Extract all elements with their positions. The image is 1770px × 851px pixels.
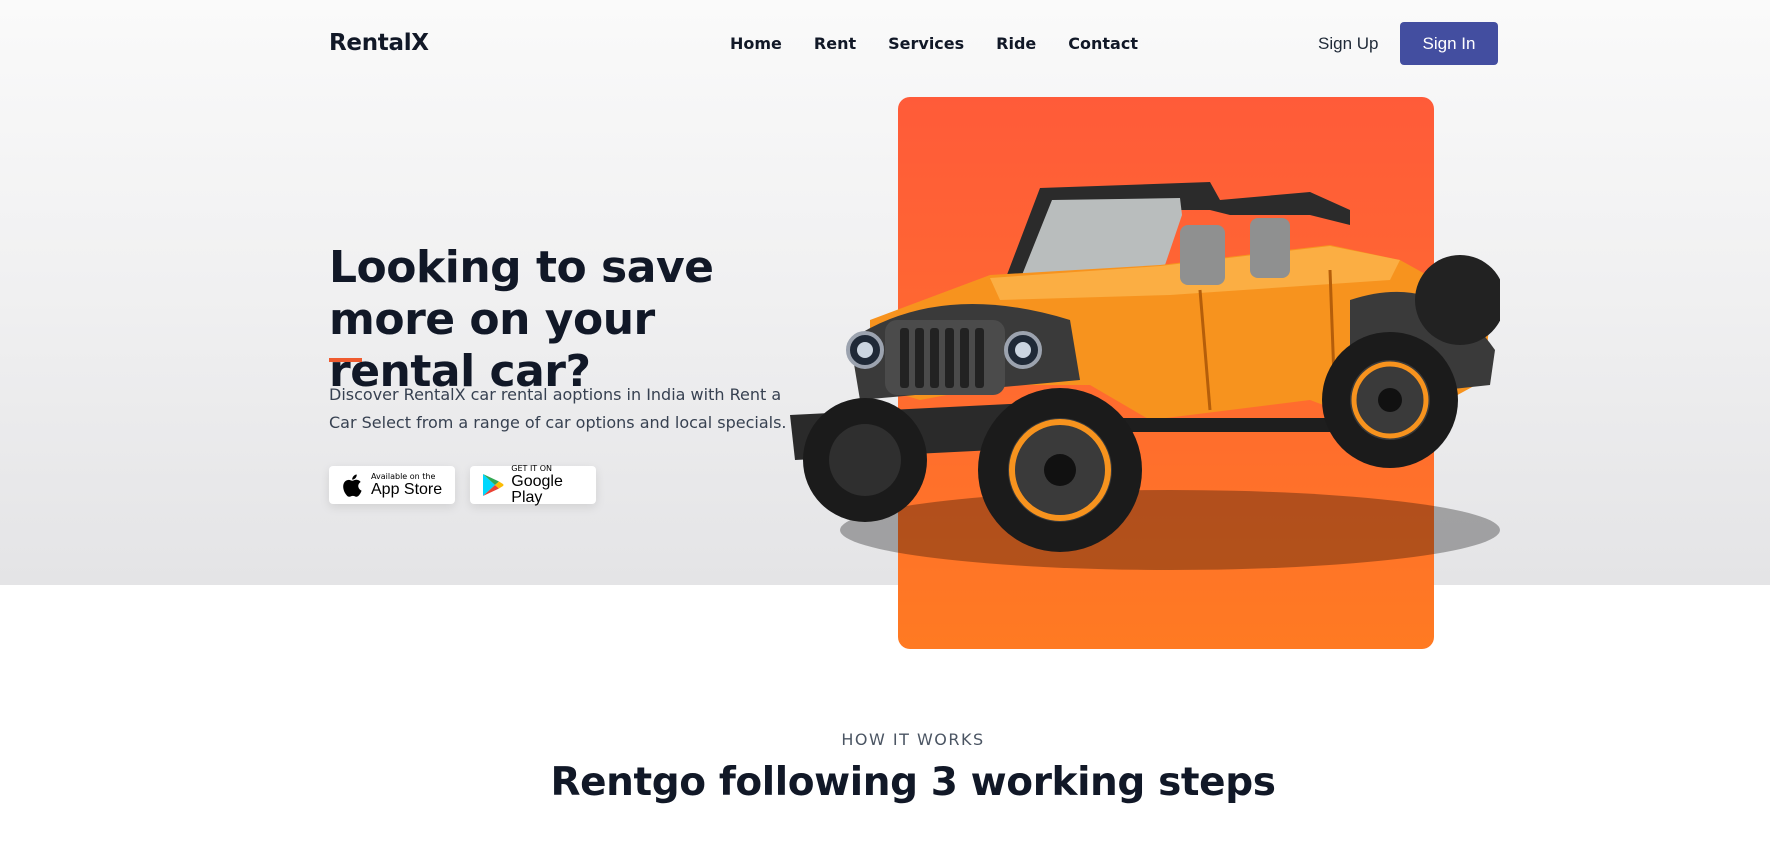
nav-rent[interactable]: Rent: [814, 34, 856, 53]
accent-bar: [329, 358, 362, 362]
app-store-text: Available on the App Store: [371, 471, 443, 498]
app-store-button[interactable]: Available on the App Store: [329, 466, 455, 504]
section-title: Rentgo following 3 working steps: [550, 760, 1276, 805]
nav-ride[interactable]: Ride: [996, 34, 1036, 53]
sign-in-button[interactable]: Sign In: [1400, 22, 1498, 65]
apple-icon: [339, 472, 365, 498]
google-play-label: Google Play: [511, 472, 563, 506]
app-store-small-label: Available on the: [371, 471, 436, 481]
google-play-small-label: GET IT ON: [511, 463, 553, 473]
app-store-label: App Store: [371, 480, 443, 498]
section-label: HOW IT WORKS: [841, 730, 985, 749]
hero-description: Discover RentalX car rental aoptions in …: [329, 385, 787, 432]
google-play-icon: [480, 472, 505, 498]
jeep-image: [790, 182, 1500, 570]
google-play-text: GET IT ON Google Play: [511, 463, 596, 506]
sign-up-link[interactable]: Sign Up: [1318, 34, 1378, 54]
nav-home[interactable]: Home: [730, 34, 782, 53]
google-play-button[interactable]: GET IT ON Google Play: [470, 463, 596, 506]
hero-title: Looking to save more on your rental car?: [329, 242, 714, 397]
logo[interactable]: RentalX: [329, 30, 429, 56]
site-header: RentalX Home Rent Services Ride Contact …: [0, 0, 1770, 88]
nav-contact[interactable]: Contact: [1068, 34, 1138, 53]
main-nav: Home Rent Services Ride Contact: [730, 34, 1170, 53]
nav-services[interactable]: Services: [888, 34, 964, 53]
